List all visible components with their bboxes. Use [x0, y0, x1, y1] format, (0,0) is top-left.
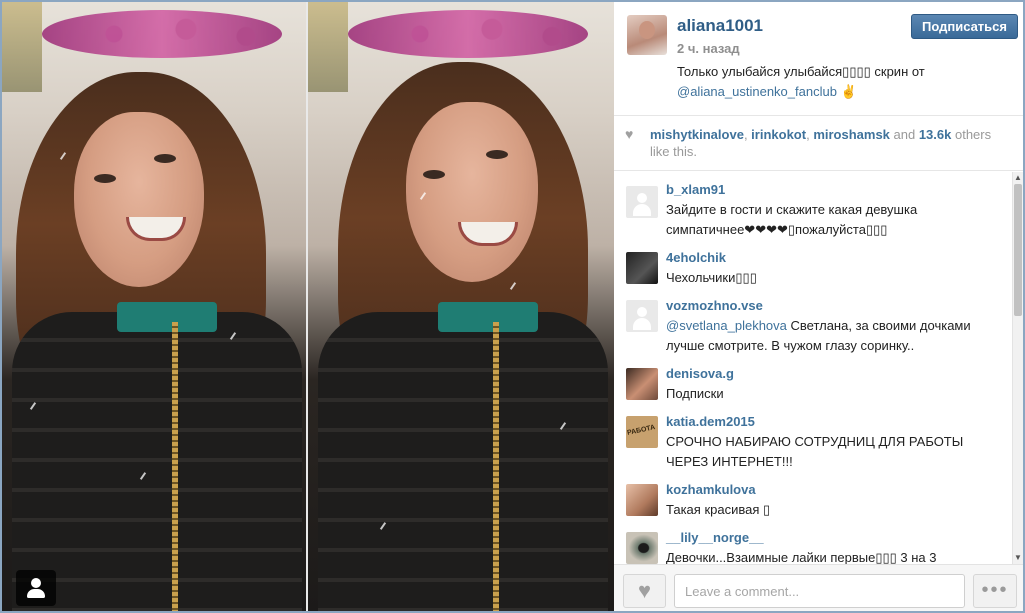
right-eye [154, 154, 176, 163]
post-caption: Только улыбайся улыбайся▯▯▯▯ скрин от @a… [677, 62, 997, 102]
comment-footer: ♥ ••• [614, 564, 1023, 611]
face [74, 112, 204, 287]
scroll-up-arrow-icon[interactable]: ▲ [1013, 172, 1023, 184]
collar [117, 302, 217, 332]
liker-username[interactable]: miroshamsk [813, 127, 890, 142]
comment-avatar[interactable] [626, 186, 658, 218]
likes-summary: ♥ mishytkinalove, irinkokot, miroshamsk … [614, 117, 1023, 171]
jacket [318, 312, 608, 611]
comment-avatar[interactable] [626, 368, 658, 400]
post-sidebar: aliana1001 2 ч. назад Только улыбайся ул… [614, 2, 1023, 611]
face [406, 102, 538, 282]
tree-decoration [2, 2, 42, 92]
heart-icon: ♥ [625, 126, 634, 142]
tinsel-decoration [42, 10, 282, 58]
comment-text: @svetlana_plekhova Светлана, за своими д… [666, 318, 971, 353]
liker-username[interactable]: irinkokot [751, 127, 806, 142]
comment-avatar[interactable] [626, 300, 658, 332]
avatar-sign-text: РАБОТА [626, 424, 656, 437]
like-button[interactable]: ♥ [623, 574, 666, 608]
post-timestamp[interactable]: 2 ч. назад [677, 41, 740, 56]
comments-list[interactable]: b_xlam91 Зайдите в гости и скажите какая… [614, 172, 1012, 564]
comment-text: Такая красивая ▯ [666, 502, 771, 517]
comment-text: Подписки [666, 386, 724, 401]
caption-mention[interactable]: @aliana_ustinenko_fanclub [677, 84, 837, 99]
comments-scrollbar[interactable]: ▲ ▼ [1012, 172, 1023, 564]
left-eye [94, 174, 116, 183]
tree-decoration [308, 2, 348, 92]
user-tag-icon[interactable] [16, 570, 56, 606]
comment-input[interactable] [674, 574, 965, 608]
comment-text: СРОЧНО НАБИРАЮ СОТРУДНИЦ ДЛЯ РАБОТЫ ЧЕРЕ… [666, 434, 964, 469]
photo-left-half [2, 2, 306, 611]
follow-button[interactable]: Подписаться [911, 14, 1018, 39]
comment-username[interactable]: kozhamkulova [666, 482, 756, 497]
likes-text: mishytkinalove, irinkokot, miroshamsk an… [650, 127, 992, 159]
comment-text: Девочки...Взаимные лайки первые▯▯▯ 3 на … [666, 550, 937, 564]
more-options-icon[interactable]: ••• [973, 574, 1017, 608]
jacket [12, 312, 302, 611]
right-eye [486, 150, 508, 159]
comment-username[interactable]: __lily__norge__ [666, 530, 764, 545]
comment-username[interactable]: b_xlam91 [666, 182, 725, 197]
comment-avatar[interactable] [626, 532, 658, 564]
likes-count[interactable]: 13.6k [919, 127, 952, 142]
comment-text: Зайдите в гости и скажите какая девушка … [666, 202, 918, 237]
liker-username[interactable]: mishytkinalove [650, 127, 744, 142]
collar [438, 302, 538, 332]
post-header: aliana1001 2 ч. назад Только улыбайся ул… [614, 2, 1023, 116]
post-photo[interactable] [2, 2, 614, 611]
scroll-down-arrow-icon[interactable]: ▼ [1013, 552, 1023, 564]
zipper [172, 322, 178, 611]
tinsel-decoration [348, 10, 588, 58]
comment-username[interactable]: vozmozhno.vse [666, 298, 763, 313]
comment-username[interactable]: 4eholchik [666, 250, 726, 265]
comment-mention[interactable]: @svetlana_plekhova [666, 318, 787, 333]
author-username[interactable]: aliana1001 [677, 16, 763, 36]
caption-text: Только улыбайся улыбайся▯▯▯▯ скрин от [677, 64, 925, 79]
comment-avatar[interactable]: РАБОТА [626, 416, 658, 448]
comment-text: Чехольчики▯▯▯ [666, 270, 757, 285]
heart-icon: ♥ [637, 578, 652, 603]
zipper [493, 322, 499, 611]
author-avatar[interactable] [627, 15, 667, 55]
photo-right-half [308, 2, 614, 611]
comment-avatar[interactable] [626, 484, 658, 516]
comment-avatar[interactable] [626, 252, 658, 284]
comment-username[interactable]: denisova.g [666, 366, 734, 381]
caption-suffix: ✌ [840, 84, 857, 99]
comment-username[interactable]: katia.dem2015 [666, 414, 755, 429]
scroll-thumb[interactable] [1014, 184, 1022, 316]
left-eye [423, 170, 445, 179]
